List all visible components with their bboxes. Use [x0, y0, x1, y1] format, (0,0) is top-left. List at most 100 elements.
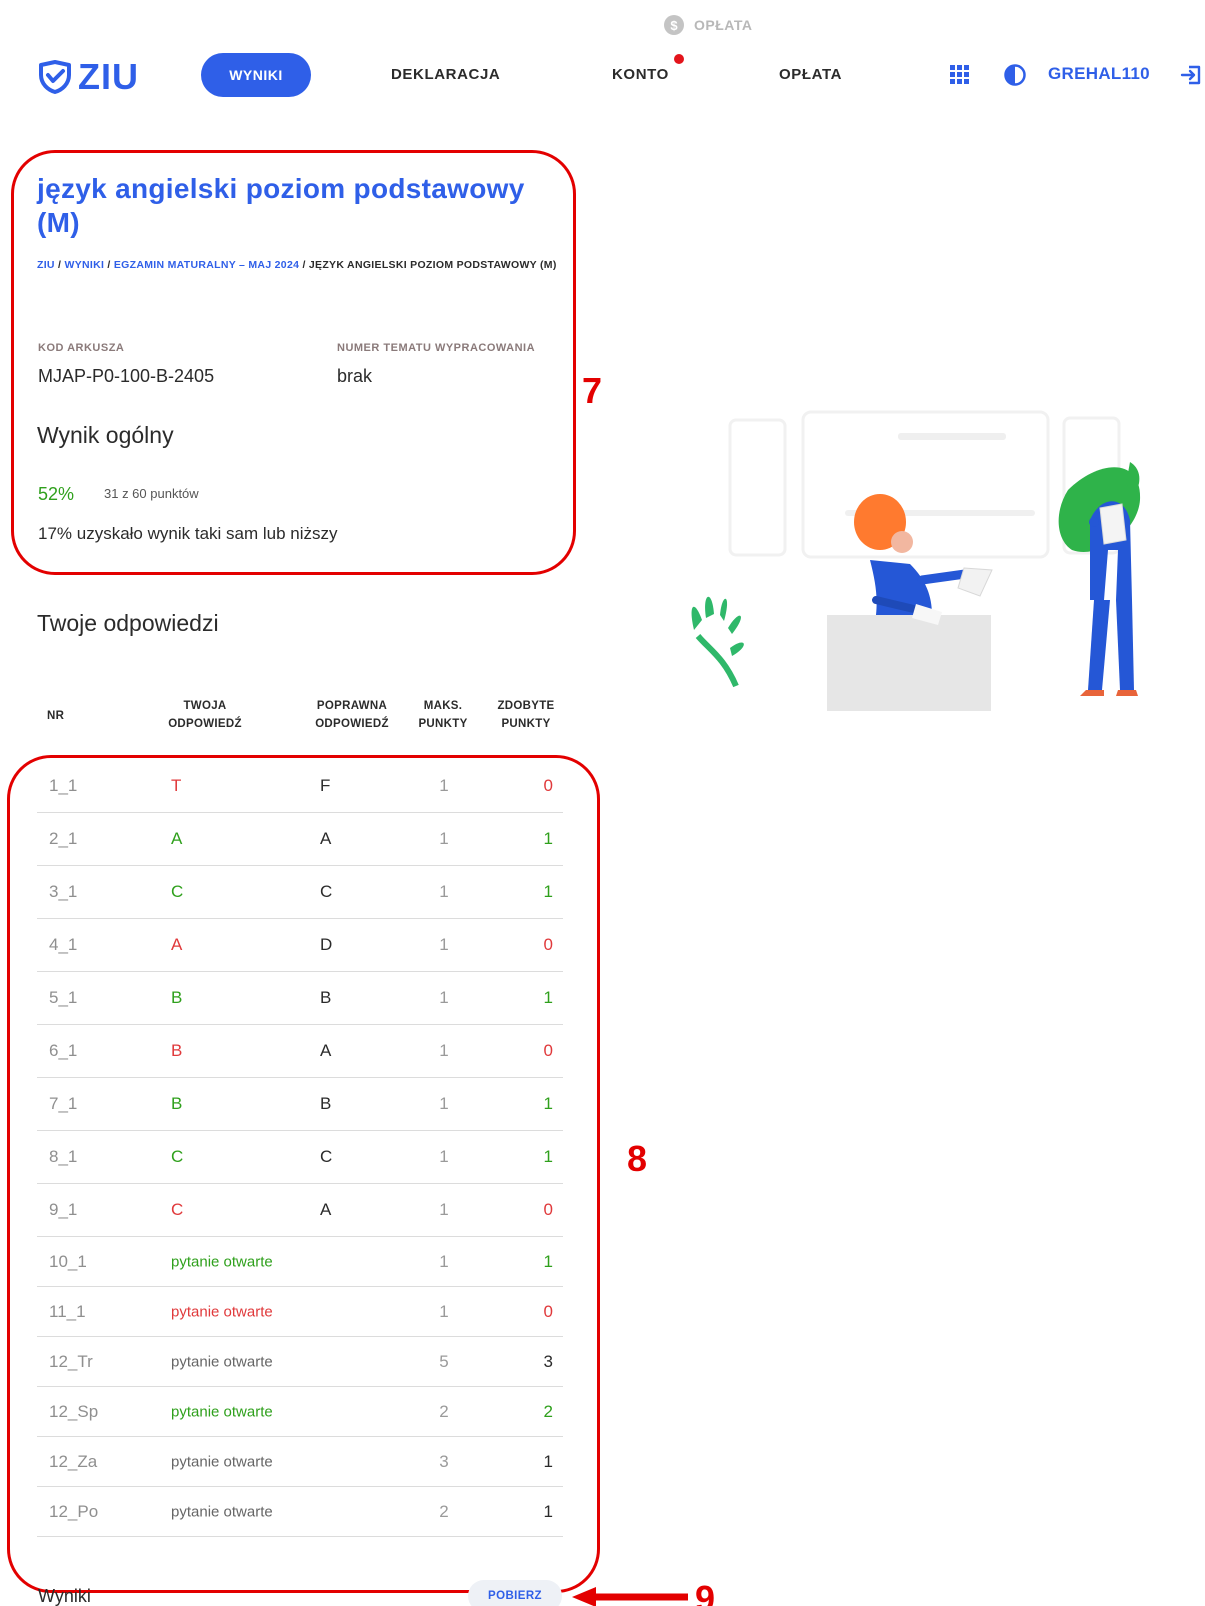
answers-table: 1_1 T F 1 0 2_1 A A 1 1 3_1 C C 1 1 4_1 A D 1 0 5_1 B B 1 1 6_1 B A… — [37, 760, 563, 1537]
logo-text: ZIU — [78, 56, 139, 97]
max-points: 2 — [439, 1401, 449, 1421]
max-points: 1 — [439, 1147, 449, 1166]
nav-tab-oplata[interactable]: OPŁATA — [779, 66, 842, 83]
overall-points: 31 z 60 punktów — [104, 486, 199, 501]
earned-points: 1 — [543, 829, 553, 848]
correct-answer: A — [320, 829, 332, 848]
sheet-code-value: MJAP-P0-100-B-2405 — [38, 366, 215, 386]
max-points: 1 — [439, 1200, 449, 1219]
earned-points: 3 — [543, 1351, 553, 1371]
question-number: 3_1 — [49, 882, 78, 901]
table-row: 12_Za pytanie otwarte 3 1 — [37, 1437, 563, 1487]
your-answer: C — [171, 882, 184, 901]
breadcrumb-ziu[interactable]: ZIU — [37, 259, 55, 271]
max-points: 2 — [439, 1501, 449, 1521]
max-points: 1 — [439, 935, 449, 954]
screen-line — [898, 433, 1006, 440]
question-number: 4_1 — [49, 935, 78, 954]
question-number: 12_Za — [49, 1451, 98, 1471]
earned-points: 1 — [543, 1501, 553, 1521]
download-button[interactable]: POBIERZ — [468, 1580, 562, 1606]
earned-points: 0 — [543, 1200, 553, 1219]
your-answer: B — [171, 1094, 183, 1113]
earned-points: 2 — [543, 1401, 553, 1421]
annotation-label-7: 7 — [582, 370, 603, 411]
question-number: 1_1 — [49, 776, 78, 795]
earned-points: 0 — [543, 935, 553, 954]
earned-points: 0 — [543, 1301, 553, 1321]
max-points: 1 — [439, 882, 449, 901]
nav-tab-deklaracja[interactable]: DEKLARACJA — [391, 66, 500, 83]
max-points: 1 — [439, 829, 449, 848]
question-number: 11_1 — [49, 1301, 86, 1321]
leaf-plant-icon — [691, 596, 744, 688]
your-answer: C — [171, 1147, 184, 1166]
max-points: 1 — [439, 776, 449, 795]
correct-answer: D — [320, 935, 333, 954]
question-number: 7_1 — [49, 1094, 78, 1113]
your-answer: C — [171, 1200, 184, 1219]
col-header-correct-answer: POPRAWNA ODPOWIEDŹ — [315, 700, 389, 730]
apps-grid-icon[interactable] — [950, 65, 969, 84]
annotation-arrow-icon — [572, 1587, 688, 1606]
illustration — [691, 410, 1141, 711]
question-number: 12_Tr — [49, 1351, 93, 1371]
topic-number-value: brak — [337, 366, 373, 386]
correct-answer: A — [320, 1041, 332, 1060]
user-name[interactable]: GREHAL110 — [1048, 64, 1150, 84]
question-number: 12_Po — [49, 1501, 99, 1521]
question-number: 6_1 — [49, 1041, 78, 1060]
correct-answer: F — [320, 776, 331, 795]
earned-points: 0 — [543, 1041, 553, 1060]
topic-number-label: NUMER TEMATU WYPRACOWANIA — [337, 342, 536, 354]
table-row: 11_1 pytanie otwarte 1 0 — [37, 1287, 563, 1337]
desk — [827, 615, 991, 711]
sheet-code-label: KOD ARKUSZA — [38, 342, 125, 354]
table-row: 6_1 B A 1 0 — [37, 1025, 563, 1078]
table-row: 9_1 C A 1 0 — [37, 1184, 563, 1237]
max-points: 1 — [439, 1041, 449, 1060]
correct-answer: B — [320, 1094, 332, 1113]
shield-check-icon — [39, 60, 71, 94]
overall-percent: 52% — [38, 484, 75, 504]
breadcrumb-wyniki[interactable]: WYNIKI — [64, 259, 104, 271]
nav-tab-wyniki[interactable]: WYNIKI — [201, 53, 311, 97]
earned-points: 1 — [543, 1147, 553, 1166]
nav-tab-konto[interactable]: KONTO — [612, 66, 669, 83]
contrast-icon[interactable] — [1004, 64, 1026, 86]
your-answer: pytanie otwarte — [171, 1453, 273, 1470]
your-answer: pytanie otwarte — [171, 1503, 273, 1520]
max-points: 1 — [439, 1094, 449, 1113]
your-answer: pytanie otwarte — [171, 1353, 273, 1370]
earned-points: 1 — [543, 1451, 553, 1471]
question-number: 2_1 — [49, 829, 78, 848]
earned-points: 0 — [543, 776, 553, 795]
table-row: 8_1 C C 1 1 — [37, 1131, 563, 1184]
your-answer: T — [171, 776, 182, 795]
results-footer-label: Wyniki — [38, 1586, 91, 1606]
correct-answer: C — [320, 882, 333, 901]
percentile-text: 17% uzyskało wynik taki sam lub niższy — [38, 524, 338, 543]
max-points: 1 — [439, 988, 449, 1007]
top-payment-label: OPŁATA — [694, 17, 753, 33]
your-answer: A — [171, 935, 183, 954]
top-payment-hint[interactable]: $ OPŁATA — [664, 14, 752, 36]
max-points: 5 — [439, 1351, 449, 1371]
max-points: 3 — [439, 1451, 449, 1471]
correct-answer: C — [320, 1147, 333, 1166]
correct-answer: A — [320, 1200, 332, 1219]
col-header-max-points: MAKS. PUNKTY — [418, 700, 468, 730]
annotation-label-8: 8 — [627, 1138, 648, 1179]
col-header-nr: NR — [47, 710, 65, 722]
logo[interactable]: ZIU — [38, 56, 139, 98]
table-row: 5_1 B B 1 1 — [37, 972, 563, 1025]
your-answer: B — [171, 988, 183, 1007]
question-number: 9_1 — [49, 1200, 78, 1219]
your-answer: A — [171, 829, 183, 848]
question-number: 8_1 — [49, 1147, 78, 1166]
your-answer: pytanie otwarte — [171, 1253, 273, 1270]
breadcrumb-exam[interactable]: EGZAMIN MATURALNY – MAJ 2024 — [114, 259, 299, 271]
answers-heading: Twoje odpowiedzi — [37, 610, 219, 636]
logout-icon[interactable] — [1180, 64, 1202, 86]
col-header-your-answer: TWOJA ODPOWIEDŹ — [168, 700, 242, 730]
